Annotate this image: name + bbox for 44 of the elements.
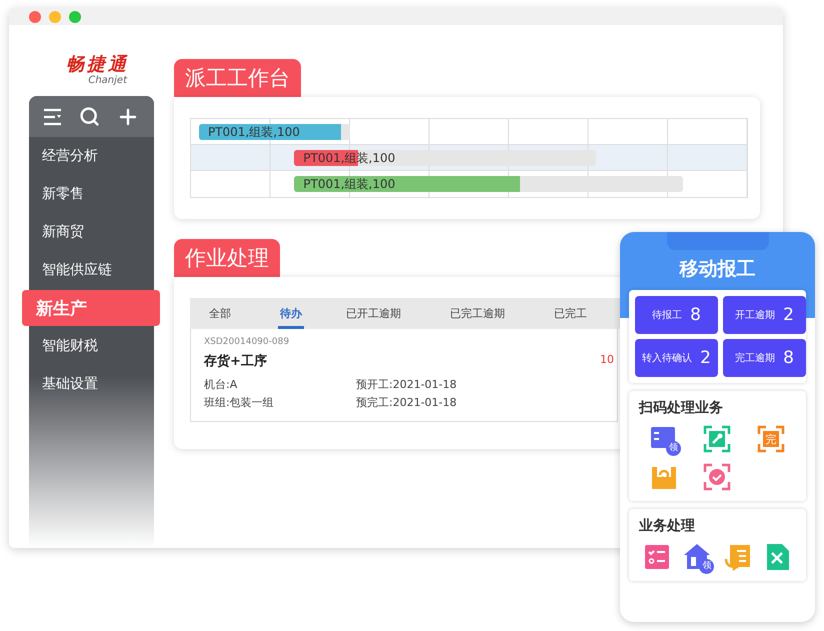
panel-title: 业务处理 [638,517,696,536]
job-code: XSD20014090-089 [204,337,290,347]
job-item[interactable]: XSD20014090-089 存货+工序 机台:A 预开工:2021-01-18 班组:包装一组 预完工:2021-01-18 10 [190,329,618,422]
job-field: 预完工:2021-01-18 [356,394,617,412]
stat-tile[interactable]: 转入待确认 2 [635,339,718,377]
tab[interactable]: 已完工逾期 [448,298,507,329]
stat-tile[interactable]: 开工逾期 2 [723,296,806,334]
section-title: 派工工作台 [174,59,301,97]
job-field: 预开工:2021-01-18 [356,376,617,394]
sidebar-item[interactable]: 基础设置 [29,365,154,403]
close-dot-icon[interactable] [29,10,41,22]
task-label: PT001,组装,100 [303,176,396,192]
stat-tile[interactable]: 完工逾期 8 [723,339,806,377]
checklist-icon[interactable] [643,543,672,571]
logo-subtitle: Chanjet [88,75,127,86]
section-title: 作业处理 [174,239,280,277]
sidebar-item[interactable]: 新商贸 [29,213,154,251]
sidebar-item[interactable]: 智能财税 [29,327,154,365]
house-icon[interactable]: 领 [683,543,712,571]
document-transfer-icon[interactable] [724,543,752,571]
job-quantity: 10 [600,353,614,366]
job-field: 班组:包装一组 [204,394,356,412]
task-label: PT001,组装,100 [208,124,300,140]
stat-tile[interactable]: 待报工 8 [635,296,718,334]
tab[interactable]: 已开工逾期 [344,298,403,329]
minimize-dot-icon[interactable] [49,10,61,22]
sidebar-item[interactable]: 新零售 [29,175,154,213]
check-icon[interactable] [703,463,732,491]
search-icon[interactable] [79,106,100,127]
logo-text: 畅捷通 [66,55,129,75]
task-bar[interactable]: PT001,组装,100 [294,176,684,192]
task-bar[interactable]: PT001,组装,100 [198,124,350,140]
job-field: 机台:A [204,376,356,394]
tab[interactable]: 已完工 [552,298,589,329]
menu-icon[interactable] [43,108,63,126]
sidebar-item[interactable]: 智能供应链 [29,251,154,289]
panel-title: 扫码处理业务 [638,399,724,418]
wrench-icon[interactable] [703,425,732,453]
job-name: 存货+工序 [204,352,267,370]
phone-title: 移动报工 [680,257,756,282]
tab[interactable]: 待办 [278,298,304,329]
tab[interactable]: 全部 [207,298,233,329]
sidebar-item[interactable]: 经营分析 [29,137,154,175]
maximize-dot-icon[interactable] [69,10,81,22]
